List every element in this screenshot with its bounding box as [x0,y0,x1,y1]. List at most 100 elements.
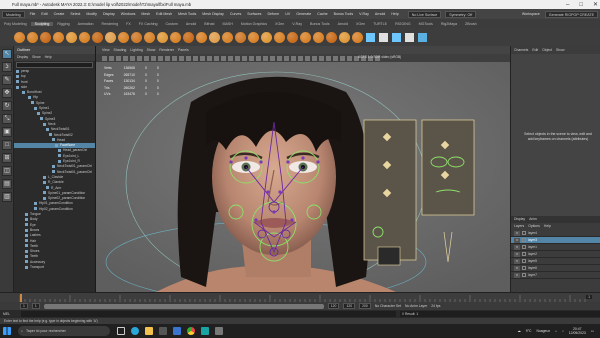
sculpt-brush-icon[interactable] [27,31,38,43]
sculpt-brush-icon[interactable] [274,31,285,43]
shelf-tab-arnold[interactable]: Arnold [182,22,200,26]
lasso-tool-icon[interactable]: ʖ [2,62,12,72]
shelf-tab-sculpting[interactable]: Sculpting [30,21,54,26]
menu-item-help[interactable]: Help [388,12,401,16]
sculpt-brush-icon[interactable] [40,31,51,43]
shelf-tab-mash[interactable]: MASH [218,22,236,26]
viewport-tool-icon[interactable] [165,55,170,61]
taskbar-search[interactable]: ⌕ Taper ici pour rechercher [18,326,110,336]
anim-layer-dropdown[interactable]: No Anim Layer [405,304,427,308]
viewport-tool-icon[interactable] [263,55,268,61]
time-slider[interactable]: 1 [0,292,600,303]
outliner-row[interactable]: Transport [14,265,95,270]
viewport-tool-icon[interactable] [123,55,128,61]
shelf-tool-icon[interactable] [418,32,427,42]
channelbox-menu-edit[interactable]: Edit [532,46,538,54]
viewport-tool-icon[interactable] [116,55,121,61]
layer-tab-anim[interactable]: Anim [529,216,537,223]
menu-item-windows[interactable]: Windows [118,12,139,16]
menu-item-display[interactable]: Display [100,12,118,16]
edge-icon[interactable] [131,327,139,335]
viewport-tool-icon[interactable] [179,55,184,61]
layer-row[interactable]: Vlayer3 [511,237,600,244]
network-icon[interactable]: ⌂ [555,329,557,333]
shelf-tab-zbrush[interactable]: ZBrush [461,22,481,26]
viewport-tool-icon[interactable] [305,55,310,61]
sculpt-brush-icon[interactable] [53,31,64,43]
menu-item-mesh-tools[interactable]: Mesh Tools [175,12,199,16]
menu-item-surfaces[interactable]: Surfaces [244,12,264,16]
sculpt-brush-icon[interactable] [196,31,207,43]
shelf-tab-xgen[interactable]: XGen [352,22,369,26]
layer-menu-layers[interactable]: Layers [514,223,524,230]
shelf-tab-bifrost[interactable]: Bifrost [200,22,218,26]
viewport-tool-icon[interactable] [130,55,135,61]
viewport-tool-icon[interactable] [284,55,289,61]
shelf-tool-icon[interactable] [392,32,401,42]
channelbox-menu-show[interactable]: Show [556,46,564,54]
viewport-tool-icon[interactable] [102,55,107,61]
range-start-field[interactable]: 1 [31,303,40,309]
sculpt-brush-icon[interactable] [79,31,90,43]
mail-icon[interactable] [173,327,181,335]
viewport-menu-shading[interactable]: Shading [114,46,127,54]
layer-color-swatch[interactable] [522,273,526,277]
sculpt-brush-icon[interactable] [222,31,233,43]
shelf-tool-icon[interactable] [405,32,414,42]
menu-item-mesh-display[interactable]: Mesh Display [199,12,227,16]
layer-color-swatch[interactable] [522,259,526,263]
viewport-tool-icon[interactable] [277,55,282,61]
outliner-menu-help[interactable]: Help [45,54,52,61]
viewport-tool-icon[interactable] [186,55,191,61]
viewport-menu-renderer[interactable]: Renderer [159,46,174,54]
layout-four-icon[interactable]: ⊞ [2,153,12,163]
layer-visibility-toggle[interactable]: V [514,265,520,271]
weather-icon[interactable]: ☁ [517,329,520,333]
viewport-tool-icon[interactable] [326,55,331,61]
move-tool-icon[interactable]: ✥ [2,88,12,98]
outliner-search-input[interactable] [16,62,93,68]
shelf-tab-rigging[interactable]: Rigging [53,22,73,26]
shelf-tab-bonus-tools[interactable]: Bonus Tools [306,22,334,26]
menu-item-uv[interactable]: UV [282,12,293,16]
graph-layout-icon[interactable]: ▥ [2,192,12,202]
windows-start-icon[interactable] [3,327,11,335]
menu-item-modify[interactable]: Modify [83,12,100,16]
menuset-dropdown[interactable]: Modeling [2,10,25,18]
layer-color-swatch[interactable] [522,252,526,256]
sculpt-brush-icon[interactable] [326,31,337,43]
viewport-tool-icon[interactable] [158,55,163,61]
workspace-dropdown[interactable]: Generate RIGPOP CREATE [544,10,598,18]
viewport-tool-icon[interactable] [298,55,303,61]
viewport-tool-icon[interactable] [340,55,345,61]
shelf-tab-rendering[interactable]: Rendering [98,22,123,26]
menu-item-v-ray[interactable]: V-Ray [356,12,372,16]
layer-visibility-toggle[interactable]: V [514,251,520,257]
menu-item-select[interactable]: Select [67,12,83,16]
viewport-tool-icon[interactable] [270,55,275,61]
outliner-layout-icon[interactable]: ▤ [2,179,12,189]
viewport-tool-icon[interactable] [172,55,177,61]
viewport-tool-icon[interactable] [228,55,233,61]
menu-item-generate[interactable]: Generate [293,12,314,16]
layer-menu-help[interactable]: Help [544,223,551,230]
shelf-tab-mgtools[interactable]: MGTools [415,22,437,26]
menu-item-deform[interactable]: Deform [264,12,282,16]
shelf-tab-poly-modeling[interactable]: Poly Modeling [0,22,31,26]
volume-icon[interactable]: ♪ [562,329,564,333]
sculpt-brush-icon[interactable] [14,31,25,43]
sculpt-brush-icon[interactable] [92,31,103,43]
symmetry-dropdown[interactable]: Symmetry: Off [445,10,477,18]
channelbox-menu-object[interactable]: Object [542,46,552,54]
notifications-icon[interactable]: ▭ [591,329,594,333]
viewport-tool-icon[interactable] [347,55,352,61]
viewport-tool-icon[interactable] [319,55,324,61]
viewport-tool-icon[interactable] [144,55,149,61]
sculpt-brush-icon[interactable] [248,31,259,43]
layer-visibility-toggle[interactable]: V [514,272,520,278]
range-end-field[interactable]: 120 [327,303,340,309]
viewport-tool-icon[interactable] [207,55,212,61]
layer-visibility-toggle[interactable]: V [514,230,520,236]
viewport-tool-icon[interactable] [151,55,156,61]
menu-item-arnold[interactable]: Arnold [372,12,388,16]
